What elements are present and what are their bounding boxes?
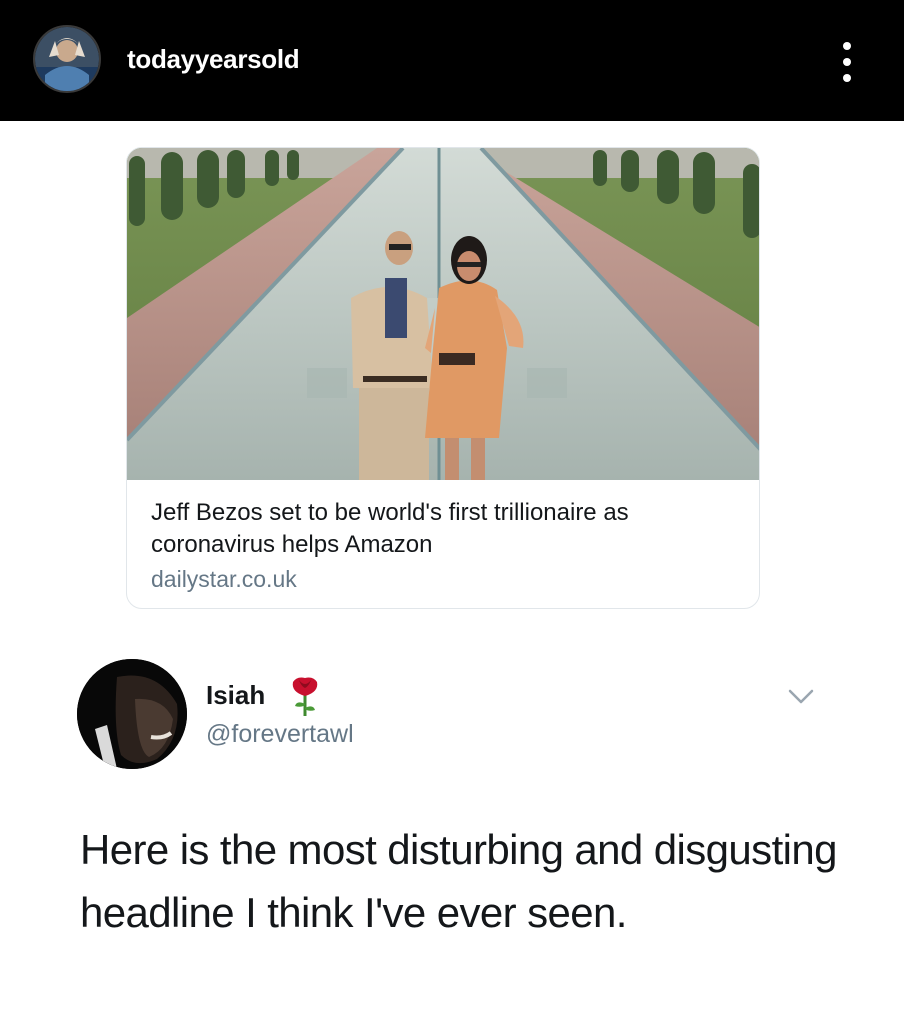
more-dot: [843, 58, 851, 66]
more-dot: [843, 74, 851, 82]
more-dot: [843, 42, 851, 50]
profile-avatar[interactable]: [33, 25, 101, 93]
card-headline: Jeff Bezos set to be world's first trill…: [151, 499, 629, 558]
profile-avatar-image: [35, 27, 99, 91]
rose-icon: [292, 677, 318, 716]
more-vertical-icon[interactable]: [832, 40, 862, 84]
account-username[interactable]: todayyearsold: [127, 44, 300, 75]
author-handle[interactable]: @forevertawl: [206, 720, 354, 749]
tweet-text: Here is the most disturbing and disgusti…: [80, 826, 837, 936]
link-preview-card[interactable]: Jeff Bezos set to be world's first trill…: [126, 147, 760, 609]
post-header: todayyearsold: [0, 0, 904, 121]
author-avatar[interactable]: [77, 659, 187, 769]
chevron-down-icon[interactable]: [786, 684, 816, 708]
author-avatar-image: [77, 659, 187, 769]
article-photo: [127, 148, 759, 480]
card-domain: dailystar.co.uk: [151, 566, 297, 592]
author-name[interactable]: Isiah: [206, 680, 265, 711]
